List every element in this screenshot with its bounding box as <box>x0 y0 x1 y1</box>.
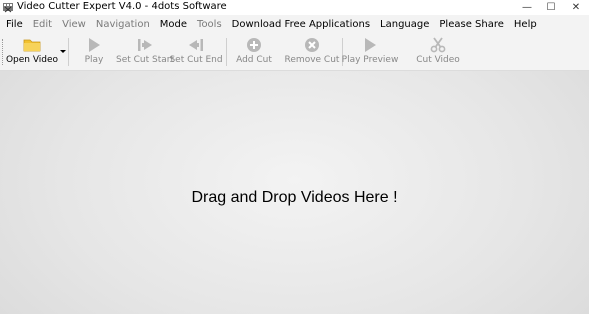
menu-please-share[interactable]: Please Share <box>434 15 509 34</box>
remove-cut-label: Remove Cut <box>284 55 340 65</box>
cut-end-icon <box>187 36 205 53</box>
close-button[interactable]: ✕ <box>563 0 589 15</box>
open-video-dropdown-arrow-icon[interactable] <box>60 50 66 53</box>
menu-help[interactable]: Help <box>509 15 542 34</box>
menu-tools[interactable]: Tools <box>192 15 227 34</box>
plus-circle-icon <box>245 36 263 53</box>
video-drop-area[interactable]: Drag and Drop Videos Here ! <box>0 71 589 314</box>
scissors-icon <box>429 36 447 53</box>
cut-video-label: Cut Video <box>416 55 460 65</box>
folder-icon <box>23 36 41 53</box>
drop-area-hint: Drag and Drop Videos Here ! <box>191 189 398 206</box>
app-window: Video Cutter Expert V4.0 - 4dots Softwar… <box>0 0 589 314</box>
cut-start-icon <box>136 36 154 53</box>
menu-mode[interactable]: Mode <box>155 15 192 34</box>
set-cut-end-button[interactable]: Set Cut End <box>169 34 223 70</box>
menu-download-free-applications[interactable]: Download Free Applications <box>227 15 375 34</box>
set-cut-end-label: Set Cut End <box>169 55 223 65</box>
menu-view[interactable]: View <box>57 15 91 34</box>
toolbar-separator <box>226 38 227 66</box>
set-cut-start-button[interactable]: Set Cut Start <box>116 34 175 70</box>
remove-cut-button[interactable]: Remove Cut <box>285 34 339 70</box>
toolbar: Open Video Play Set Cut Start Set Cut En… <box>0 34 589 71</box>
play-preview-button[interactable]: Play Preview <box>341 34 399 70</box>
minimize-button[interactable]: — <box>515 0 539 15</box>
cut-video-button[interactable]: Cut Video <box>416 34 460 70</box>
play-preview-label: Play Preview <box>341 55 399 65</box>
play-button[interactable]: Play <box>80 34 108 70</box>
maximize-button[interactable]: ☐ <box>539 0 563 15</box>
window-title: Video Cutter Expert V4.0 - 4dots Softwar… <box>17 1 227 12</box>
set-cut-start-label: Set Cut Start <box>116 55 175 65</box>
window-controls: — ☐ ✕ <box>515 0 589 15</box>
menu-navigation[interactable]: Navigation <box>91 15 155 34</box>
add-cut-label: Add Cut <box>236 55 272 65</box>
menu-file[interactable]: File <box>0 15 28 34</box>
menu-language[interactable]: Language <box>375 15 434 34</box>
play-label: Play <box>84 55 104 65</box>
x-circle-icon <box>303 36 321 53</box>
play-preview-icon <box>361 36 379 53</box>
menu-edit[interactable]: Edit <box>28 15 57 34</box>
play-icon <box>85 36 103 53</box>
app-logo-icon <box>3 3 13 13</box>
toolbar-separator <box>68 38 69 66</box>
add-cut-button[interactable]: Add Cut <box>236 34 272 70</box>
title-bar: Video Cutter Expert V4.0 - 4dots Softwar… <box>0 0 589 15</box>
open-video-button[interactable]: Open Video <box>5 34 59 70</box>
menu-bar: File Edit View Navigation Mode Tools Dow… <box>0 15 589 34</box>
open-video-label: Open Video <box>5 55 59 65</box>
